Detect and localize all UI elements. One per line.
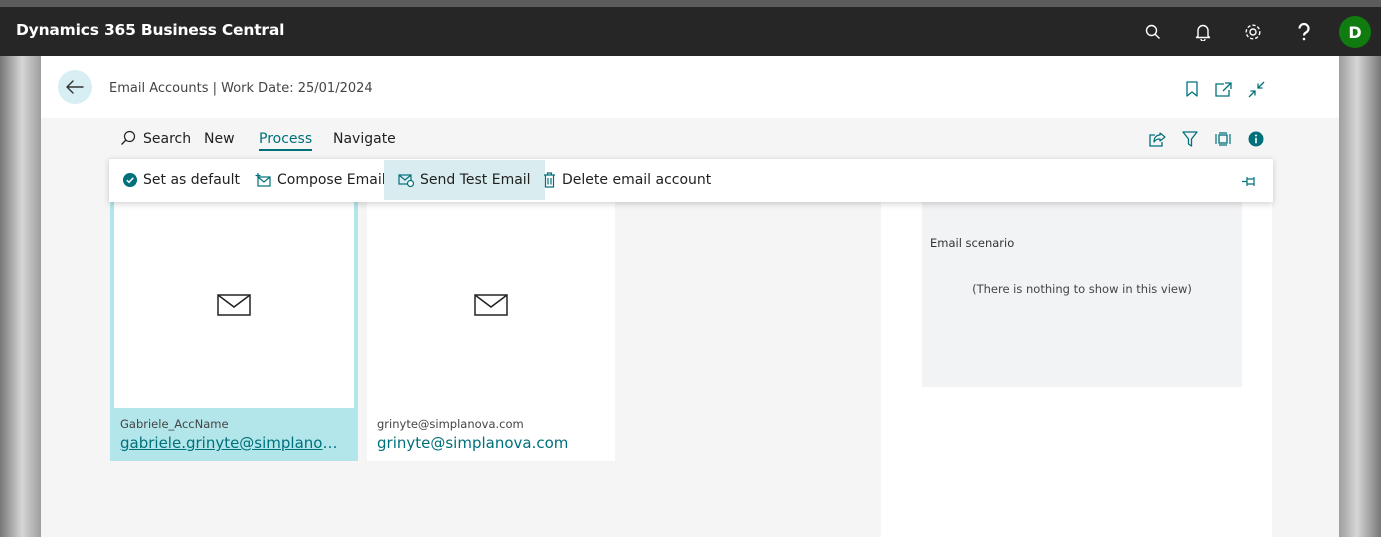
bell-icon[interactable] xyxy=(1190,19,1216,45)
tile-thumbnail xyxy=(114,201,354,408)
email-account-tile[interactable]: Gabriele_AccName gabriele.grinyte@simpla… xyxy=(110,201,358,461)
share-icon[interactable] xyxy=(1147,129,1167,149)
action-process[interactable]: Process xyxy=(259,131,313,151)
send-test-email-button[interactable]: Send Test Email xyxy=(384,160,545,200)
action-navigate[interactable]: Navigate xyxy=(333,131,396,147)
delete-email-account-label: Delete email account xyxy=(562,172,712,188)
envelope-icon xyxy=(217,293,251,316)
info-icon[interactable] xyxy=(1246,129,1266,149)
trash-icon xyxy=(544,172,555,188)
delete-email-account-button[interactable]: Delete email account xyxy=(529,160,719,200)
email-accounts-page: Email Accounts | Work Date: 25/01/2024 S… xyxy=(41,56,1339,537)
email-scenario-part: Email scenario (There is nothing to show… xyxy=(922,202,1242,387)
page-header: Email Accounts | Work Date: 25/01/2024 xyxy=(41,56,1339,118)
search-icon xyxy=(121,130,136,145)
open-new-window-icon[interactable] xyxy=(1213,79,1233,99)
app-bar: Dynamics 365 Business Central D xyxy=(0,0,1381,56)
action-bar: Search New Process Navigate xyxy=(41,118,1339,158)
compose-email-label: Compose Email xyxy=(277,172,386,188)
background-right xyxy=(1339,56,1381,537)
background-left xyxy=(0,56,41,537)
account-email-link[interactable]: gabriele.grinyte@simplanova... xyxy=(120,434,342,452)
filter-icon[interactable] xyxy=(1180,129,1200,149)
send-test-email-label: Send Test Email xyxy=(420,172,531,188)
app-title[interactable]: Dynamics 365 Business Central xyxy=(16,21,284,39)
pin-icon[interactable] xyxy=(1239,172,1259,190)
envelope-icon xyxy=(474,293,508,316)
send-test-email-icon xyxy=(398,174,414,187)
process-menu: Set as default Compose Email Send Test E… xyxy=(109,158,1273,202)
bookmark-icon[interactable] xyxy=(1182,79,1202,99)
help-icon[interactable] xyxy=(1291,19,1317,45)
factbox-title: Email scenario xyxy=(930,236,1015,250)
account-name: grinyte@simplanova.com xyxy=(377,417,524,431)
tile-thumbnail xyxy=(367,201,615,408)
arrow-left-icon xyxy=(66,80,84,94)
set-as-default-label: Set as default xyxy=(143,172,241,188)
email-account-tile[interactable]: grinyte@simplanova.com grinyte@simplanov… xyxy=(367,201,615,461)
search-action[interactable]: Search xyxy=(120,130,192,147)
page-caption: Email Accounts | Work Date: 25/01/2024 xyxy=(109,81,373,96)
search-icon[interactable] xyxy=(1140,19,1166,45)
collapse-icon[interactable] xyxy=(1246,79,1266,99)
gear-icon[interactable] xyxy=(1240,19,1266,45)
user-avatar[interactable]: D xyxy=(1339,16,1371,48)
account-email-link[interactable]: grinyte@simplanova.com xyxy=(377,434,599,452)
search-label: Search xyxy=(143,131,192,147)
list-view-icon[interactable] xyxy=(1213,129,1233,149)
back-button[interactable] xyxy=(58,70,92,104)
empty-view-message: (There is nothing to show in this view) xyxy=(972,282,1192,296)
action-new[interactable]: New xyxy=(204,131,235,147)
compose-email-button[interactable]: Compose Email xyxy=(241,160,394,200)
compose-email-icon xyxy=(255,173,271,187)
set-as-default-button[interactable]: Set as default xyxy=(109,160,248,200)
account-name: Gabriele_AccName xyxy=(120,417,229,431)
factbox-pane: Email scenario (There is nothing to show… xyxy=(881,202,1272,537)
check-circle-icon xyxy=(123,173,137,187)
